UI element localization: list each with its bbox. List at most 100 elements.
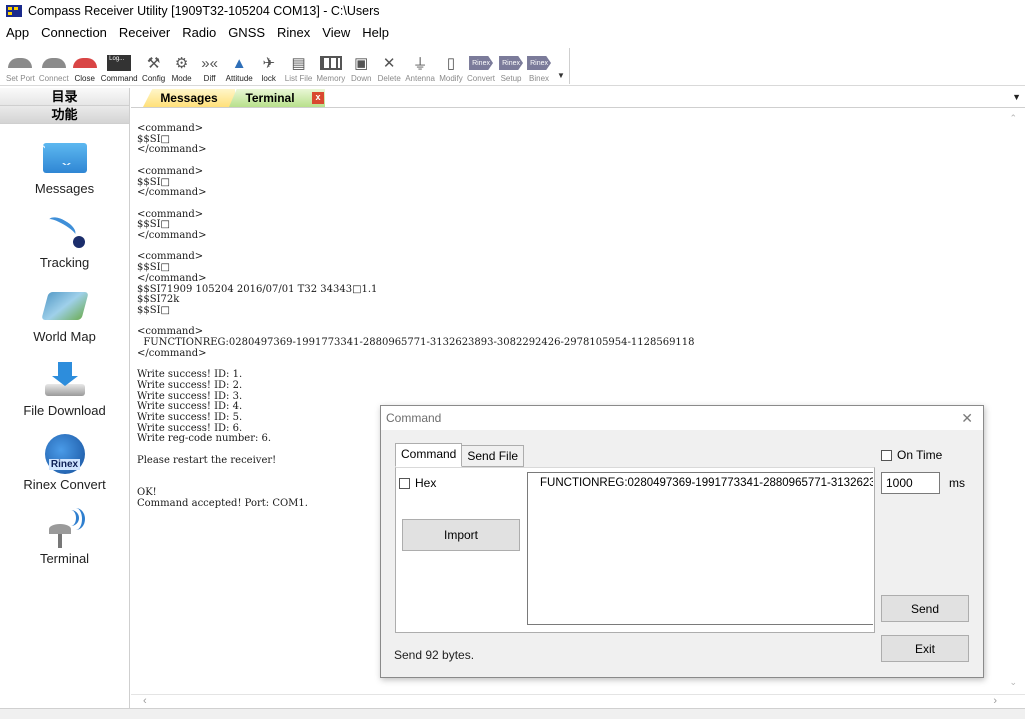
memory-button[interactable]: Memory (316, 48, 345, 84)
tab-menu-dropdown-icon[interactable]: ▼ (1012, 92, 1021, 102)
connect-label: Connect (38, 74, 69, 83)
nav-item-terminal[interactable]: Terminal (0, 508, 129, 582)
attitude-button[interactable]: ▲ Attitude (226, 48, 253, 84)
diff-icon: »« (201, 54, 218, 72)
nav-label-terminal: Terminal (39, 551, 90, 566)
on-time-checkbox[interactable]: On Time (881, 448, 942, 462)
command-button[interactable]: Log... Command (101, 48, 138, 84)
close-tab-icon[interactable]: x (312, 92, 324, 104)
nav-label-file-download: File Download (23, 403, 106, 418)
title-bar: Compass Receiver Utility [1909T32-105204… (0, 0, 1025, 22)
rinex-convert-icon-text: Rinex (48, 459, 81, 470)
toolbar-overflow-caret[interactable]: ▼ (557, 71, 565, 80)
menu-receiver[interactable]: Receiver (119, 25, 170, 40)
log-icon: Log... (107, 54, 132, 72)
lock-button[interactable]: ✈ lock (257, 48, 281, 84)
close-button[interactable]: Close (72, 48, 97, 84)
diff-button[interactable]: »« Diff (198, 48, 222, 84)
scroll-right-icon[interactable]: › (993, 695, 997, 707)
config-button[interactable]: ⚒ Config (142, 48, 166, 84)
menu-connection[interactable]: Connection (41, 25, 107, 40)
hex-checkbox-box[interactable] (399, 477, 410, 489)
modify-button[interactable]: ▯ Modify (439, 48, 463, 84)
nav-label-messages: Messages (34, 181, 95, 196)
hump-icon (8, 54, 33, 72)
binex-button[interactable]: Rinex Binex (527, 48, 552, 84)
delete-label: Delete (377, 74, 401, 83)
nav-item-tracking[interactable]: Tracking (0, 212, 129, 286)
list-file-label: List File (284, 74, 313, 83)
dialog-title-bar[interactable]: Command (381, 406, 983, 430)
nav-item-messages[interactable]: Messages (0, 138, 129, 212)
log-icon-text: Log... (107, 55, 132, 71)
down-label: Down (350, 74, 372, 83)
import-button[interactable]: Import (402, 519, 520, 551)
menu-radio[interactable]: Radio (182, 25, 216, 40)
nav-item-file-download[interactable]: File Download (0, 360, 129, 434)
modify-label: Modify (439, 74, 463, 83)
satellite-icon: ✈ (262, 55, 276, 72)
binex-label: Binex (529, 74, 550, 83)
modify-icon: ▯ (446, 55, 456, 72)
set-port-button[interactable]: Set Port (6, 48, 35, 84)
delete-button[interactable]: ✕ Delete (377, 48, 401, 84)
nav-header-catalog[interactable]: 目录 (0, 88, 129, 106)
save-icon: ▣ (354, 55, 369, 72)
list-file-button[interactable]: ▤ List File (285, 48, 313, 84)
mode-label: Mode (171, 74, 192, 83)
setup-button[interactable]: Rinex Setup (499, 48, 524, 84)
hammer-icon: ⚒ (146, 55, 161, 72)
terminal-icon (41, 508, 89, 548)
menu-help[interactable]: Help (362, 25, 389, 40)
setup-label: Setup (500, 74, 522, 83)
interval-input[interactable]: 1000 (881, 472, 940, 494)
convert-button[interactable]: Rinex Convert (467, 48, 495, 84)
on-time-label: On Time (897, 448, 943, 462)
nav-header-function[interactable]: 功能 (0, 106, 129, 124)
toolbar: Set Port Connect Close Log... Command ⚒ … (0, 42, 1025, 86)
menu-view[interactable]: View (322, 25, 350, 40)
tab-messages[interactable]: Messages (143, 89, 235, 107)
menu-app[interactable]: App (6, 25, 29, 40)
rinex-icon: Rinex (469, 54, 494, 72)
mode-button[interactable]: ⚙ Mode (170, 48, 194, 84)
rinex-icon: Rinex (527, 54, 552, 72)
tab-command[interactable]: Command (395, 443, 463, 467)
window-title: Compass Receiver Utility [1909T32-105204… (28, 4, 380, 18)
convert-label: Convert (467, 74, 496, 83)
exit-button[interactable]: Exit (881, 635, 969, 662)
nav-item-rinex-convert[interactable]: Rinex Rinex Convert (0, 434, 129, 508)
command-input[interactable]: FUNCTIONREG:0280497369-1991773341-288096… (527, 472, 873, 625)
hex-label: Hex (415, 476, 437, 490)
download-icon (41, 360, 89, 400)
tab-terminal[interactable]: Terminal (229, 89, 325, 107)
memory-label: Memory (316, 74, 346, 83)
rinex-convert-icon: Rinex (41, 434, 89, 474)
tab-send-file[interactable]: Send File (462, 445, 525, 467)
down-button[interactable]: ▣ Down (349, 48, 373, 84)
antenna-icon: ⏚ (412, 55, 428, 73)
nav-label-world-map: World Map (33, 329, 96, 344)
send-button[interactable]: Send (881, 595, 969, 622)
scroll-left-icon[interactable]: ‹ (143, 695, 147, 707)
rinex-icon-text: Rinex (499, 56, 524, 70)
toolbar-separator (568, 48, 570, 84)
rinex-icon: Rinex (499, 54, 524, 72)
scroll-down-icon[interactable]: ⌄ (1009, 677, 1017, 688)
menu-gnss[interactable]: GNSS (228, 25, 265, 40)
hex-checkbox[interactable]: Hex (399, 476, 436, 490)
close-label: Close (74, 74, 95, 83)
menu-rinex[interactable]: Rinex (277, 25, 310, 40)
nav-item-world-map[interactable]: World Map (0, 286, 129, 360)
dialog-close-icon[interactable]: ✕ (961, 410, 973, 427)
scroll-up-icon[interactable]: ⌃ (1009, 113, 1017, 124)
send-status: Send 92 bytes. (394, 648, 475, 662)
attitude-label: Attitude (225, 74, 253, 83)
connect-button[interactable]: Connect (39, 48, 69, 84)
horizontal-scrollbar[interactable]: ‹ › (131, 694, 1025, 708)
on-time-checkbox-box[interactable] (881, 449, 892, 461)
dialog-tabs: Command Send File (395, 443, 525, 467)
attitude-icon: ▲ (231, 54, 247, 72)
antenna-button[interactable]: ⏚ Antenna (405, 48, 435, 84)
document-tabs: Messages Terminal x ▼ (131, 88, 1025, 108)
